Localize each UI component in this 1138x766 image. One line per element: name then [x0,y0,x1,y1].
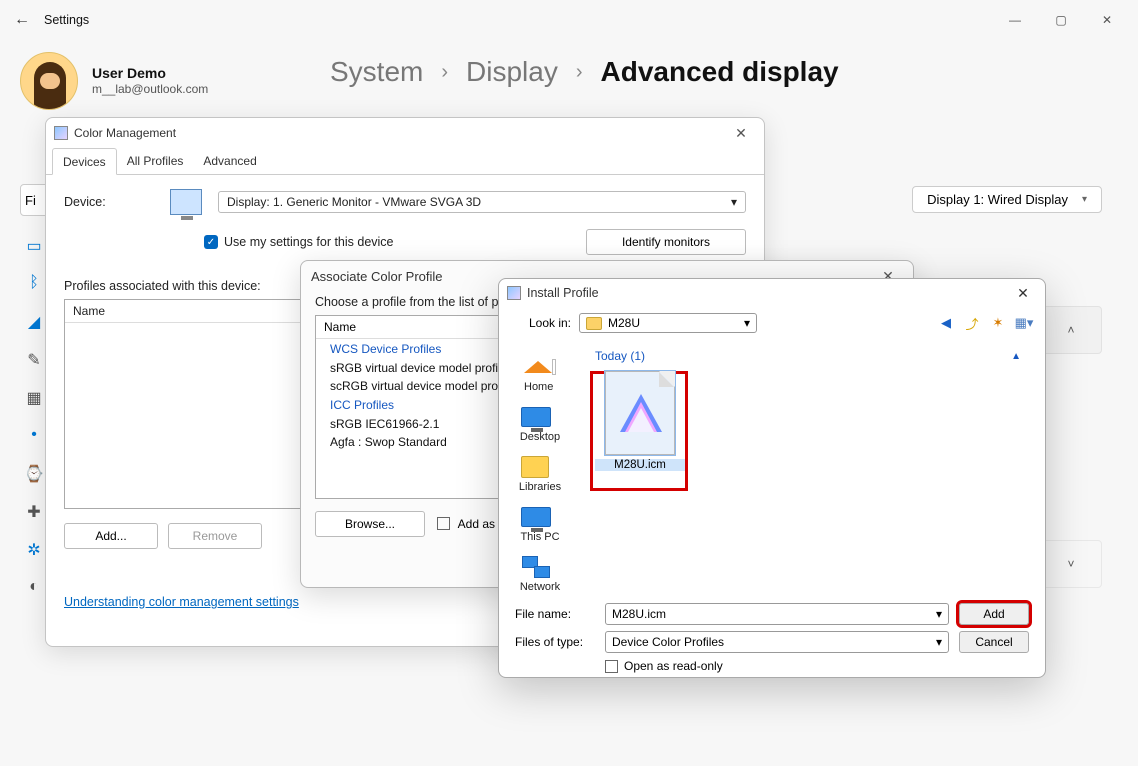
close-button[interactable]: ✕ [1084,4,1130,36]
file-item[interactable]: M28U.icm [595,371,685,471]
privacy-icon[interactable]: ◐ [22,578,46,602]
monitor-icon [170,189,202,215]
place-home[interactable]: Home [524,353,556,393]
display-selector-label: Display 1: Wired Display [927,192,1068,207]
lookin-label: Look in: [511,316,571,330]
filetype-select[interactable]: Device Color Profiles ▾ [605,631,949,653]
filetype-label: Files of type: [515,635,595,649]
chevron-down-icon: ▾ [1082,194,1087,205]
gaming-icon[interactable]: ✚ [22,502,46,526]
cm-tabs: Devices All Profiles Advanced [46,148,764,175]
accessibility-icon[interactable]: ✲ [22,540,46,564]
chevron-down-icon: ▾ [936,607,942,621]
install-profile-dialog: Install Profile ✕ Look in: M28U ▾ ◀ ⤴ ✶ … [498,278,1046,678]
nav-up-icon[interactable]: ⤴ [963,314,981,332]
place-desktop[interactable]: Desktop [520,403,560,443]
color-management-icon [54,126,68,140]
readonly-checkbox[interactable]: Open as read-only [605,659,1029,673]
lookin-value: M28U [608,316,640,330]
remove-button[interactable]: Remove [168,523,262,549]
place-libraries[interactable]: Libraries [519,453,561,493]
breadcrumb: System › Display › Advanced display [330,56,839,88]
libraries-icon [521,456,549,478]
main-titlebar: ← Settings — ▢ ✕ [0,0,1138,40]
chevron-down-icon: ˅ [1067,557,1074,571]
desktop-icon [521,407,551,427]
tab-advanced[interactable]: Advanced [193,148,266,174]
home-icon [524,353,556,381]
new-folder-icon[interactable]: ✶ [989,314,1007,332]
lookin-select[interactable]: M28U ▾ [579,313,757,333]
add-as-checkbox[interactable]: Add as [437,517,495,531]
close-icon[interactable]: ✕ [726,125,756,142]
ip-title: Install Profile [527,286,599,300]
acp-title: Associate Color Profile [311,269,443,284]
icc-profile-icon [605,371,675,455]
bluetooth-icon[interactable]: ᛒ [22,274,46,298]
cm-title: Color Management [74,126,176,140]
chevron-right-icon: › [441,61,448,84]
file-area[interactable]: Today (1) ▲ M28U.icm [581,341,1045,597]
checkbox-empty-icon [605,660,618,673]
breadcrumb-advanced: Advanced display [601,56,839,88]
view-menu-icon[interactable]: ▦▾ [1015,314,1033,332]
checked-icon: ✓ [204,235,218,249]
personalize-icon[interactable]: ✎ [22,350,46,374]
filename-input[interactable]: M28U.icm ▾ [605,603,949,625]
tab-all-profiles[interactable]: All Profiles [117,148,194,174]
minimize-button[interactable]: — [992,4,1038,36]
folder-icon [586,317,602,330]
find-input[interactable]: Fi [20,184,46,216]
accounts-icon[interactable]: • [22,426,46,450]
device-select[interactable]: Display: 1. Generic Monitor - VMware SVG… [218,191,746,213]
cancel-button[interactable]: Cancel [959,631,1029,653]
close-icon[interactable]: ✕ [1009,285,1037,302]
time-icon[interactable]: ⌚ [22,464,46,488]
user-name: User Demo [92,64,208,82]
use-settings-checkbox[interactable]: ✓ Use my settings for this device [204,235,394,249]
add-button[interactable]: Add... [64,523,158,549]
file-name: M28U.icm [595,459,685,471]
network-icon [522,556,550,578]
nav-back-icon[interactable]: ◀ [937,314,955,332]
settings-window: ← Settings — ▢ ✕ User Demo m__lab@outloo… [0,0,1138,766]
places-bar: Home Desktop Libraries This PC Network [499,341,581,597]
add-profile-button[interactable]: Add [959,603,1029,625]
tab-devices[interactable]: Devices [52,148,117,175]
device-label: Device: [64,195,154,209]
chevron-down-icon: ▾ [744,316,750,330]
avatar [20,52,78,110]
chevron-right-icon: › [576,61,583,84]
apps-icon[interactable]: ▦ [22,388,46,412]
place-this-pc[interactable]: This PC [520,503,559,543]
checkbox-empty-icon [437,517,450,530]
system-icon[interactable]: ▭ [22,236,46,260]
profile-icon [507,286,521,300]
device-value: Display: 1. Generic Monitor - VMware SVG… [227,195,481,209]
window-title: Settings [44,13,89,27]
maximize-button[interactable]: ▢ [1038,4,1084,36]
display-info-collapse-2[interactable]: ˅ [1040,540,1102,588]
chevron-down-icon: ▾ [936,635,942,649]
display-selector[interactable]: Display 1: Wired Display ▾ [912,186,1102,213]
collapse-icon[interactable]: ▲ [1011,351,1021,362]
help-link[interactable]: Understanding color management settings [64,595,299,609]
chevron-down-icon: ▾ [731,195,737,209]
user-mail: m__lab@outlook.com [92,82,208,98]
filename-label: File name: [515,607,595,621]
chevron-up-icon: ˄ [1067,323,1074,337]
group-header[interactable]: Today (1) [595,349,645,363]
sidebar: ▭ ᛒ ◢ ✎ ▦ • ⌚ ✚ ✲ ◐ [22,236,46,616]
breadcrumb-display[interactable]: Display [466,56,558,88]
place-network[interactable]: Network [520,553,560,593]
network-icon[interactable]: ◢ [22,312,46,336]
display-info-collapse[interactable]: ˄ [1040,306,1102,354]
browse-button[interactable]: Browse... [315,511,425,537]
back-icon[interactable]: ← [8,11,36,29]
pc-icon [521,507,551,527]
identify-monitors-button[interactable]: Identify monitors [586,229,746,255]
breadcrumb-system[interactable]: System [330,56,423,88]
